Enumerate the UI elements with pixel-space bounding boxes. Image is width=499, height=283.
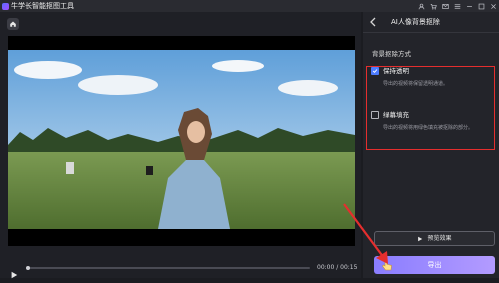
user-icon[interactable] bbox=[418, 3, 425, 10]
preview-button[interactable]: 预览效果 bbox=[374, 231, 495, 246]
settings-panel: AI人像背景抠除 背景抠除方式 保持透明 导出的视频将保留透明通道。 绿幕填充 … bbox=[363, 12, 499, 278]
section-label: 背景抠除方式 bbox=[372, 50, 411, 58]
option-title: 绿幕填充 bbox=[383, 111, 409, 119]
option-green-screen[interactable]: 绿幕填充 导出的视频将用绿色填充被抠除的部分。 bbox=[367, 108, 494, 146]
checkbox-green-screen[interactable] bbox=[371, 111, 379, 119]
back-icon[interactable] bbox=[369, 17, 377, 27]
app-title: 牛学长智能抠图工具 bbox=[11, 2, 74, 10]
play-button[interactable] bbox=[10, 264, 18, 279]
player-controls: 00:00 / 00:15 bbox=[0, 258, 361, 279]
option-description: 导出的视频将保留透明通道。 bbox=[383, 81, 449, 87]
title-bar: 牛学长智能抠图工具 bbox=[0, 0, 499, 12]
option-title: 保持透明 bbox=[383, 67, 409, 75]
home-icon bbox=[10, 21, 16, 27]
app-logo bbox=[2, 2, 9, 10]
home-button[interactable] bbox=[7, 18, 19, 30]
progress-bar[interactable] bbox=[28, 267, 310, 269]
time-display: 00:00 / 00:15 bbox=[317, 264, 358, 271]
export-button[interactable]: 导出 bbox=[374, 256, 495, 274]
option-description: 导出的视频将用绿色填充被抠除的部分。 bbox=[383, 125, 474, 131]
panel-title: AI人像背景抠除 bbox=[391, 18, 440, 26]
export-label: 导出 bbox=[427, 261, 442, 269]
cart-icon[interactable] bbox=[430, 3, 437, 10]
video-frame bbox=[8, 50, 355, 229]
panel-header: AI人像背景抠除 bbox=[363, 12, 499, 33]
message-icon[interactable] bbox=[442, 3, 449, 10]
title-bar-icons bbox=[418, 0, 497, 12]
preview-pane: 00:00 / 00:15 bbox=[0, 12, 361, 279]
check-icon bbox=[372, 69, 378, 74]
play-icon bbox=[418, 236, 423, 241]
option-keep-transparent[interactable]: 保持透明 导出的视频将保留透明通道。 bbox=[367, 64, 494, 102]
checkbox-keep-transparent[interactable] bbox=[371, 67, 379, 75]
menu-icon[interactable] bbox=[454, 3, 461, 10]
preview-label: 预览效果 bbox=[427, 235, 452, 242]
close-icon[interactable] bbox=[490, 3, 497, 10]
minimize-icon[interactable] bbox=[466, 3, 473, 10]
hand-cursor-icon bbox=[382, 259, 392, 271]
progress-handle[interactable] bbox=[26, 266, 30, 270]
maximize-icon[interactable] bbox=[478, 3, 485, 10]
video-preview[interactable] bbox=[8, 36, 355, 246]
